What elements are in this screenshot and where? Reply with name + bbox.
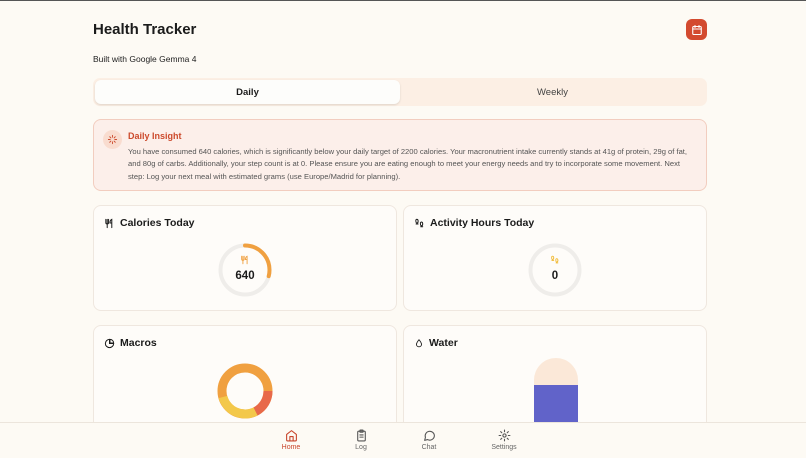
nav-chat-label: Chat (421, 444, 437, 451)
macros-segment-fat (253, 390, 273, 416)
nav-log-label: Log (355, 444, 367, 451)
calories-value: 640 (235, 270, 255, 282)
water-card-title: Water (429, 337, 458, 349)
nav-home[interactable]: Home (266, 429, 316, 451)
nav-settings-label: Settings (491, 444, 517, 451)
nav-chat[interactable]: Chat (404, 429, 454, 451)
bottom-navigation: Home Log Chat Settings (0, 422, 806, 458)
nav-log[interactable]: Log (336, 429, 386, 451)
insight-title: Daily Insight (128, 131, 182, 141)
pie-chart-icon (104, 338, 115, 348)
activity-card-title: Activity Hours Today (430, 217, 535, 229)
macros-donut (216, 362, 274, 420)
nav-settings[interactable]: Settings (479, 429, 529, 451)
tab-weekly[interactable]: Weekly (400, 80, 705, 104)
calories-ring: 640 (217, 242, 273, 298)
macros-card[interactable]: Macros (93, 325, 397, 435)
calendar-button[interactable] (686, 19, 707, 40)
activity-card[interactable]: Activity Hours Today 0 (403, 205, 707, 311)
macros-segment-protein (218, 395, 258, 419)
header: Health Tracker Built with Google Gemma 4 (93, 19, 707, 65)
insight-body: You have consumed 640 calories, which is… (128, 147, 688, 181)
calories-card-title: Calories Today (120, 217, 195, 229)
water-card[interactable]: Water (403, 325, 707, 435)
clipboard-icon (356, 429, 366, 442)
calories-card[interactable]: Calories Today 640 (93, 205, 397, 311)
chat-bubble-icon (423, 430, 435, 441)
daily-insight-card: Daily Insight You have consumed 640 calo… (93, 119, 707, 191)
calendar-icon (691, 24, 702, 35)
macros-card-title: Macros (120, 337, 157, 349)
footprints-icon (415, 218, 424, 227)
utensils-icon (105, 218, 113, 228)
page-title: Health Tracker (93, 21, 197, 38)
home-icon (285, 430, 297, 442)
page-subtitle: Built with Google Gemma 4 (93, 54, 197, 64)
sparkle-icon (103, 130, 122, 149)
gear-icon (498, 429, 510, 442)
activity-ring: 0 (527, 242, 583, 298)
tab-daily[interactable]: Daily (95, 80, 400, 104)
nav-home-label: Home (281, 444, 301, 451)
utensils-icon (217, 255, 273, 265)
droplet-icon (416, 338, 422, 347)
activity-value: 0 (551, 270, 559, 282)
period-tabs: Daily Weekly (93, 78, 707, 106)
footprints-icon (527, 255, 583, 265)
